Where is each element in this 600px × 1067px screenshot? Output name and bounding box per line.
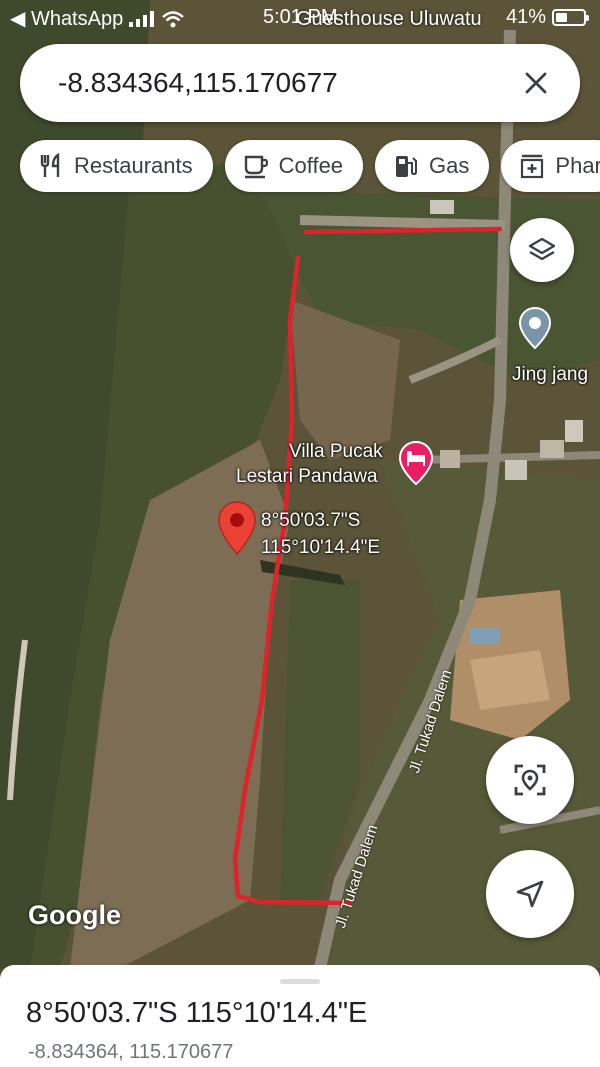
clear-search-button[interactable]	[514, 61, 558, 105]
pharmacy-icon	[521, 154, 544, 179]
chip-label: Gas	[429, 153, 470, 178]
chip-gas[interactable]: Gas	[375, 140, 490, 192]
sheet-coordinates-dms: 8°50'03.7"S 115°10'14.4"E	[26, 997, 368, 1029]
chip-label: Restaurants	[74, 153, 193, 178]
map-label-coord-lat: 8°50'03.7"S	[261, 510, 361, 531]
map-label-villa-line2[interactable]: Lestari Pandawa	[236, 466, 378, 488]
chip-pharmacy[interactable]: Phar	[501, 140, 600, 192]
sheet-drag-handle[interactable]	[280, 979, 320, 984]
sheet-coordinates-decimal: -8.834364, 115.170677	[28, 1041, 234, 1063]
chip-coffee[interactable]: Coffee	[224, 140, 364, 192]
my-location-button[interactable]	[486, 736, 574, 824]
place-pin-icon[interactable]	[518, 306, 552, 355]
back-to-app-link[interactable]: ◀ WhatsApp	[10, 6, 123, 31]
chip-restaurants[interactable]: Restaurants	[20, 140, 213, 192]
wifi-icon	[162, 10, 185, 27]
layers-button[interactable]	[510, 218, 574, 282]
gas-pump-icon	[396, 156, 418, 177]
navigation-arrow-icon	[516, 880, 544, 908]
search-query[interactable]: -8.834364,115.170677	[58, 67, 338, 99]
signal-icon	[129, 10, 155, 27]
dropped-pin-icon[interactable]	[217, 500, 257, 561]
map-label-coord-lon: 115°10'14.4"E	[261, 537, 381, 558]
category-chips: Restaurants Coffee Gas Phar	[20, 140, 600, 192]
battery-icon	[552, 9, 589, 26]
chip-label: Coffee	[278, 153, 344, 178]
directions-button[interactable]	[486, 850, 574, 938]
status-time: 5:01 PM	[263, 6, 338, 28]
search-bar[interactable]: -8.834364,115.170677	[20, 44, 580, 122]
map-label-jing-jang[interactable]: Jing jang	[512, 364, 588, 386]
map-label-villa-line1[interactable]: Villa Pucak	[289, 441, 383, 463]
close-icon	[525, 72, 547, 94]
location-target-icon	[514, 764, 546, 796]
google-logo: Google	[28, 900, 121, 930]
fork-knife-icon	[40, 153, 60, 177]
battery-percent: 41%	[505, 6, 546, 28]
status-bar: ◀ WhatsApp 5:01 PM 41%	[0, 0, 600, 36]
chip-label: Phar	[555, 153, 600, 178]
hotel-pin-icon[interactable]	[398, 440, 434, 491]
layers-icon	[528, 237, 556, 261]
coffee-icon	[244, 155, 268, 179]
place-bottom-sheet[interactable]: 8°50'03.7"S 115°10'14.4"E -8.834364, 115…	[0, 965, 600, 1067]
